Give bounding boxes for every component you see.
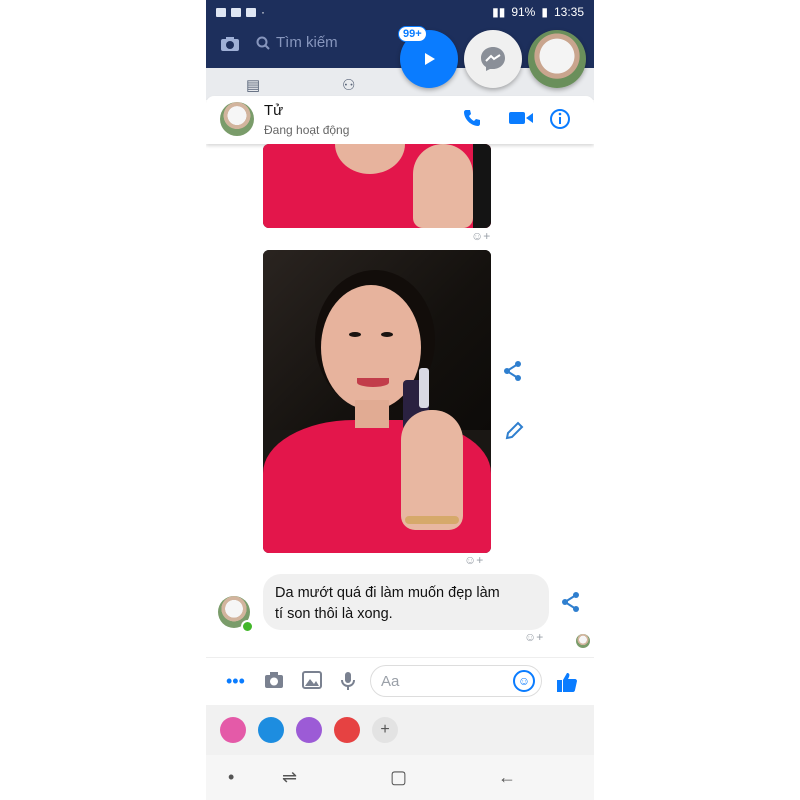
messenger-icon [481,47,505,71]
mic-icon[interactable] [340,671,356,696]
photo-message[interactable] [263,250,491,553]
camera-icon[interactable] [264,671,284,694]
conversation-header: Tử Đang hoạt động [206,96,594,144]
seen-avatar [576,634,590,648]
phone-icon[interactable] [460,108,484,132]
like-icon[interactable] [556,671,578,698]
reaction-icon[interactable]: ☺+ [471,229,490,243]
back-icon[interactable]: ← [498,767,516,788]
more-icon[interactable]: ••• [226,671,245,692]
recent-apps-icon[interactable]: ⇌ [282,767,297,788]
home-icon[interactable]: ▢ [390,767,407,788]
emoji-icon[interactable]: ☺ [513,670,535,692]
gif-app-icon[interactable] [220,717,246,743]
info-icon[interactable] [548,108,572,132]
location-app-icon[interactable] [258,717,284,743]
play-icon [425,53,435,65]
news-feed-tab-icon[interactable]: ▤ [246,76,260,94]
text-message[interactable]: Da mướt quá đi làm muốn đẹp làm tí son t… [263,574,549,630]
photo-content [419,368,429,408]
clock: 13:35 [553,5,584,19]
message-line: Da mướt quá đi làm muốn đẹp làm [275,585,500,601]
calendar-app-icon[interactable] [334,717,360,743]
android-nav-bar: • ⇌ ▢ ← [206,755,594,800]
battery-icon: ▮ [541,5,548,19]
friends-tab-icon[interactable]: ⚇ [342,76,355,94]
messenger-apps-tray: + [206,705,594,755]
search-placeholder: Tìm kiếm [276,34,338,51]
online-indicator [241,620,254,633]
photo-message[interactable] [263,144,491,228]
photo-content [355,400,389,428]
edit-icon[interactable] [504,421,524,447]
search-icon [256,36,270,50]
camera-icon[interactable] [220,36,240,52]
chat-head-video[interactable]: 99+ [398,26,458,88]
battery-level: 91% [511,5,536,19]
gallery-notification-icon [246,7,256,17]
system-status: ▮▮ 91% ▮ 13:35 [492,5,584,19]
chat-head-avatar[interactable] [528,30,586,88]
photo-content [413,144,473,228]
message-composer: ••• Aa ☺ [206,657,594,706]
signal-icon: ▮▮ [492,5,506,19]
message-input[interactable]: Aa ☺ [370,665,542,697]
photo-content [381,332,393,337]
share-icon[interactable] [560,591,582,619]
notification-icons: · [216,5,265,19]
dot-icon: • [228,767,235,787]
photo-content [357,378,389,387]
chat-head-messenger[interactable] [464,30,522,88]
photo-content [349,332,361,337]
phone-screen: · ▮▮ 91% ▮ 13:35 Tìm kiếm ▤ ⚇ 99+ Tử Đan… [206,0,594,800]
video-call-icon[interactable] [508,108,533,132]
game-app-icon[interactable] [296,717,322,743]
contact-name[interactable]: Tử [264,102,283,119]
contact-avatar[interactable] [220,102,254,136]
photo-content [405,516,459,524]
facebook-notification-icon [231,7,241,17]
notification-icon [216,7,226,17]
reaction-icon[interactable]: ☺+ [524,630,543,644]
facebook-search[interactable]: Tìm kiếm [256,34,338,51]
unread-badge: 99+ [398,26,427,42]
message-line: tí son thôi là xong. [275,606,393,622]
share-icon[interactable] [502,360,524,388]
status-bar: · ▮▮ 91% ▮ 13:35 [206,0,594,24]
contact-status: Đang hoạt động [264,123,350,137]
message-placeholder: Aa [381,673,400,690]
dot-icon: · [261,5,265,19]
photo-content [473,144,491,228]
plus-icon[interactable]: + [372,717,398,743]
image-icon[interactable] [302,671,322,694]
photo-content [401,410,463,530]
reaction-icon[interactable]: ☺+ [464,553,483,567]
